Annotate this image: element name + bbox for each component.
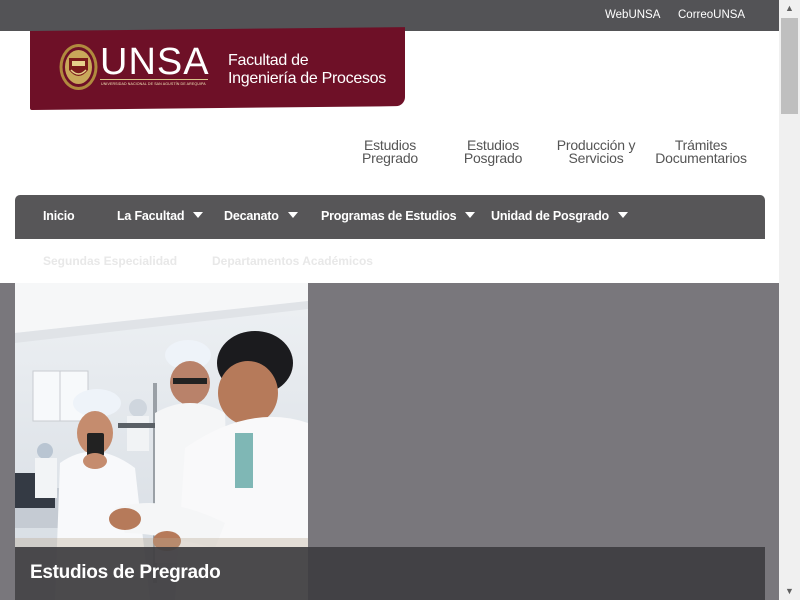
quick-link-estudios-posgrado[interactable]: Estudios Posgrado	[448, 138, 538, 166]
nav-item-departamentos-academicos[interactable]: Departamentos Académicos	[212, 254, 373, 268]
nav-item-programas-de-estudios[interactable]: Programas de Estudios	[321, 209, 476, 223]
nav-item-label: Decanato	[224, 209, 279, 223]
nav-item-label: Programas de Estudios	[321, 209, 457, 223]
faculty-title-line1: Facultad de	[228, 52, 309, 69]
quick-link-label: Documentarios	[655, 150, 747, 166]
nav-item-label: La Facultad	[117, 209, 185, 223]
webunsa-link[interactable]: WebUNSA	[605, 9, 660, 21]
logo-divider	[100, 79, 208, 80]
main-navigation: Inicio La Facultad Decanato Programas de…	[15, 195, 765, 239]
quick-link-label: Servicios	[568, 150, 624, 166]
nav-item-unidad-de-posgrado[interactable]: Unidad de Posgrado	[491, 209, 628, 223]
nav-item-la-facultad[interactable]: La Facultad	[117, 209, 204, 223]
university-seal-icon	[59, 44, 98, 90]
caret-down-icon	[193, 212, 204, 218]
caret-down-icon	[617, 212, 628, 218]
faculty-title: Facultad de Ingeniería de Procesos	[228, 52, 386, 88]
nav-item-decanato[interactable]: Decanato	[224, 209, 298, 223]
arrow-down-icon[interactable]: ▼	[779, 583, 800, 600]
quick-link-produccion-servicios[interactable]: Producción y Servicios	[546, 138, 646, 166]
quick-link-estudios-pregrado[interactable]: Estudios Pregrado	[345, 138, 435, 166]
quick-link-tramites-documentarios[interactable]: Trámites Documentarios	[648, 138, 754, 166]
correounsa-link[interactable]: CorreoUNSA	[678, 9, 745, 21]
secondary-navigation: Segundas Especialidad Departamentos Acad…	[15, 239, 765, 283]
nav-item-segundas-especialidad[interactable]: Segundas Especialidad	[43, 254, 177, 268]
vertical-scrollbar[interactable]: ▲ ▼	[779, 0, 800, 600]
faculty-title-line2: Ingeniería de Procesos	[228, 70, 386, 87]
nav-item-inicio[interactable]: Inicio	[43, 209, 75, 223]
nav-item-label: Unidad de Posgrado	[491, 209, 609, 223]
caret-down-icon	[465, 212, 476, 218]
logo-wordmark: UNSA	[100, 41, 210, 83]
nav-item-label: Inicio	[43, 209, 75, 223]
quick-link-label: Pregrado	[362, 150, 418, 166]
logo-subtitle: UNIVERSIDAD NACIONAL DE SAN AGUSTÍN DE A…	[101, 82, 206, 86]
quick-link-label: Posgrado	[463, 150, 523, 166]
arrow-up-icon[interactable]: ▲	[779, 0, 800, 17]
caret-down-icon	[287, 212, 298, 218]
scrollbar-thumb[interactable]	[781, 18, 798, 114]
hero-caption[interactable]: Estudios de Pregrado	[30, 562, 221, 584]
